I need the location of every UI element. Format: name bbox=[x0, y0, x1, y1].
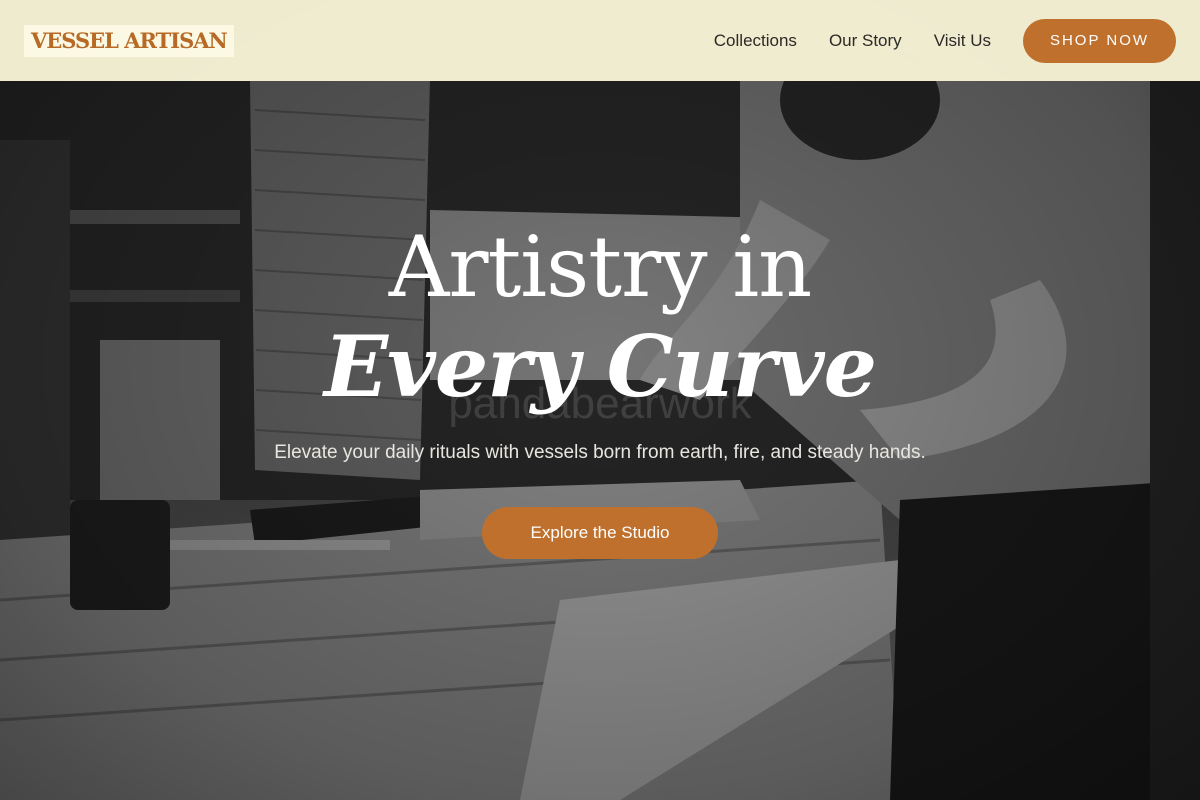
headline-line-1: Artistry in bbox=[388, 218, 813, 316]
nav-link-our-story[interactable]: Our Story bbox=[829, 31, 902, 51]
hero-section: pandabearwork Artistry in Every Curve El… bbox=[0, 215, 1200, 559]
brand-logo[interactable]: VESSEL ARTISAN bbox=[24, 24, 234, 57]
nav-link-visit-us[interactable]: Visit Us bbox=[934, 31, 991, 51]
explore-studio-button[interactable]: Explore the Studio bbox=[482, 507, 718, 559]
main-nav: Collections Our Story Visit Us SHOP NOW bbox=[714, 18, 1176, 63]
watermark-text: pandabearwork bbox=[448, 379, 752, 428]
nav-link-collections[interactable]: Collections bbox=[714, 31, 797, 51]
shop-now-button[interactable]: SHOP NOW bbox=[1023, 18, 1176, 63]
hero-subtitle: Elevate your daily rituals with vessels … bbox=[274, 442, 926, 463]
site-header: VESSEL ARTISAN Collections Our Story Vis… bbox=[0, 0, 1200, 81]
